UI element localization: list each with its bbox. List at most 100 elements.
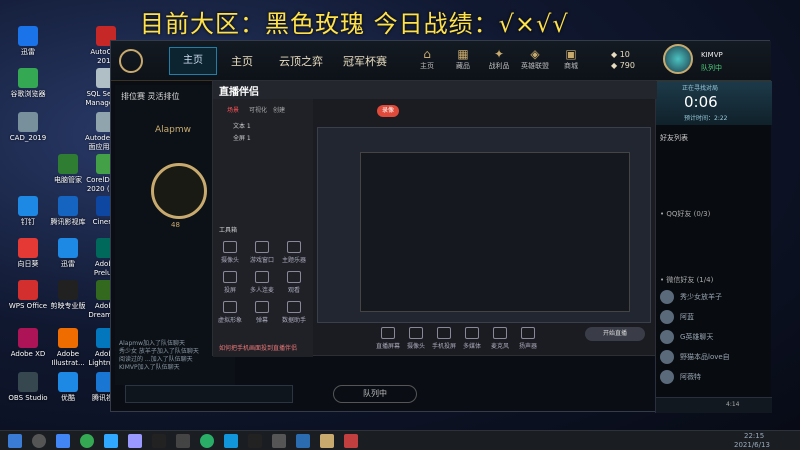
desktop-icon[interactable]: 钉钉 [6,196,50,227]
desktop-icon[interactable]: CAD_2019 [6,112,50,143]
tab-scene[interactable]: 场景 [227,105,239,114]
bottom-speaker[interactable]: 扬声器 [513,327,543,350]
tool-avatar[interactable]: 虚拟形象 [215,301,245,324]
app-icon[interactable] [176,434,190,448]
tab-visual[interactable]: 可视化 [249,105,267,114]
desktop-icon-label: 迅雷 [21,48,35,56]
social-footer: 4:14 [656,397,772,413]
qq-icon[interactable] [224,434,238,448]
wechat-icon[interactable] [200,434,214,448]
social-panel: 正在寻找对局 0:06 预计时间：2:22 好友列表 • QQ好友 (0/3) … [655,81,772,413]
tool-game-window[interactable]: 游戏窗口 [247,241,277,264]
nav-clash[interactable]: 冠军杯赛 [343,53,387,69]
app-icon [58,238,78,258]
bottom-screen[interactable]: 直播屏幕 [373,327,403,350]
friend-item[interactable]: 阿蓝 [660,309,770,327]
premiere-icon[interactable] [128,434,142,448]
friend-item[interactable]: 秀少女放羊子 [660,289,770,307]
obs-titlebar: 直播伴侣 [213,81,657,99]
tool-theme[interactable]: 主题乐器 [279,241,309,264]
start-live-button[interactable]: 开始直播 [585,327,645,341]
help-notice[interactable]: 如何把手机画面投到直播伴侣 [219,343,297,352]
search-icon[interactable] [32,434,46,448]
record-button[interactable]: 录像 [377,105,399,117]
nav-icon-collection[interactable]: ▦ 藏品 [449,47,477,71]
phone-icon [437,327,451,339]
friend-item[interactable]: G英雄聊天 [660,329,770,347]
league-icon[interactable] [320,434,334,448]
desktop-icon[interactable]: 向日葵 [6,238,50,269]
game-icon [255,241,269,253]
rank-level: 48 [171,221,180,229]
friend-item[interactable]: 野猫本品love自 [660,349,770,367]
nav-icon-store[interactable]: ▣ 商城 [557,47,585,71]
capcut-icon[interactable] [152,434,166,448]
photoshop-icon[interactable] [104,434,118,448]
bottom-camera[interactable]: 摄像头 [401,327,431,350]
currency-display: ◆ 10 ◆ 790 [611,49,635,71]
desktop-icon-label: 谷歌浏览器 [10,90,46,98]
riot-points: ◆ 790 [611,61,635,70]
client-topbar: 主页 主页 云顶之弈 冠军杯赛 ⌂ 主页 ▦ 藏品 ✦ 战利品 ◈ 英雄联盟 ▣ 商城 ◆… [111,41,771,81]
bottom-phone[interactable]: 手机投屏 [429,327,459,350]
tab-create[interactable]: 创建 [273,105,285,114]
theme-icon [287,241,301,253]
desktop-icon[interactable]: WPS Office [6,280,50,311]
obs-left-panel: 场景 可视化 创建 文本 1 全屏 1 工具箱 摄像头 游戏窗口 主题乐器 投屏… [213,99,313,357]
streaming-app-window: 直播伴侣 场景 可视化 创建 文本 1 全屏 1 工具箱 摄像头 游戏窗口 主题… [212,80,657,357]
nav-icon-loot[interactable]: ✦ 战利品 [485,47,513,71]
mic-icon [255,271,269,283]
tool-multi-mic[interactable]: 多人连麦 [247,271,277,294]
app-icon [18,372,38,392]
nav-icon-lol[interactable]: ◈ 英雄联盟 [521,47,549,71]
group-wechat[interactable]: • 微信好友 (1/4) [660,275,713,285]
bottom-mic[interactable]: 麦克风 [485,327,515,350]
desktop-icon[interactable]: Adobe XD [6,328,50,359]
bottom-media[interactable]: 多媒体 [457,327,487,350]
status-text: 队列中 [701,64,722,72]
nav-home[interactable]: 主页 [231,53,253,69]
app-icon[interactable] [296,434,310,448]
desktop-icon-label: Adobe XD [10,350,46,358]
desktop-icon[interactable]: OBS Studio [6,372,50,403]
chrome-icon[interactable] [80,434,94,448]
tool-watch[interactable]: 观看 [279,271,309,294]
screen-icon [381,327,395,339]
group-qq[interactable]: • QQ好友 (0/3) [660,209,710,219]
nav-icon-home[interactable]: ⌂ 主页 [413,47,441,71]
start-icon[interactable] [8,434,22,448]
tool-data[interactable]: 数据助手 [279,301,309,324]
tool-danmaku[interactable]: 弹幕 [247,301,277,324]
nav-tft[interactable]: 云顶之弈 [279,53,323,69]
desktop-icon[interactable]: 迅雷 [6,26,50,57]
obs-icon[interactable] [248,434,262,448]
toolbox-label: 工具箱 [219,227,238,234]
desktop-icon[interactable]: 谷歌浏览器 [6,68,50,99]
tool-camera[interactable]: 摄像头 [215,241,245,264]
avatar-icon [223,301,237,313]
blue-essence: ◆ 10 [611,50,630,59]
friend-item[interactable]: 阿薇特 [660,369,770,387]
source-item[interactable]: 文本 1 [233,121,251,130]
preview-canvas[interactable] [317,127,651,323]
desktop-icon-label: 钉钉 [21,218,35,226]
store-icon: ▣ [565,47,577,61]
source-item[interactable]: 全屏 1 [233,133,251,142]
app-icon [18,26,38,46]
tool-cast[interactable]: 投屏 [215,271,245,294]
clock-date: 2021/6/13 [734,441,770,449]
queue-status-button[interactable]: 队列中 [333,385,417,403]
avatar [660,330,674,344]
app-icon[interactable] [272,434,286,448]
chat-input[interactable] [125,385,293,403]
edge-icon[interactable] [56,434,70,448]
player-name: Alapmw [155,125,192,135]
queue-mode: 排位赛 灵活排位 [121,92,180,101]
play-button[interactable]: 主页 [169,47,217,75]
app-icon [18,68,38,88]
avatar[interactable] [663,44,693,74]
mic-icon [493,327,507,339]
app-icon [18,280,38,300]
app-icon[interactable] [344,434,358,448]
app-icon [58,154,78,174]
